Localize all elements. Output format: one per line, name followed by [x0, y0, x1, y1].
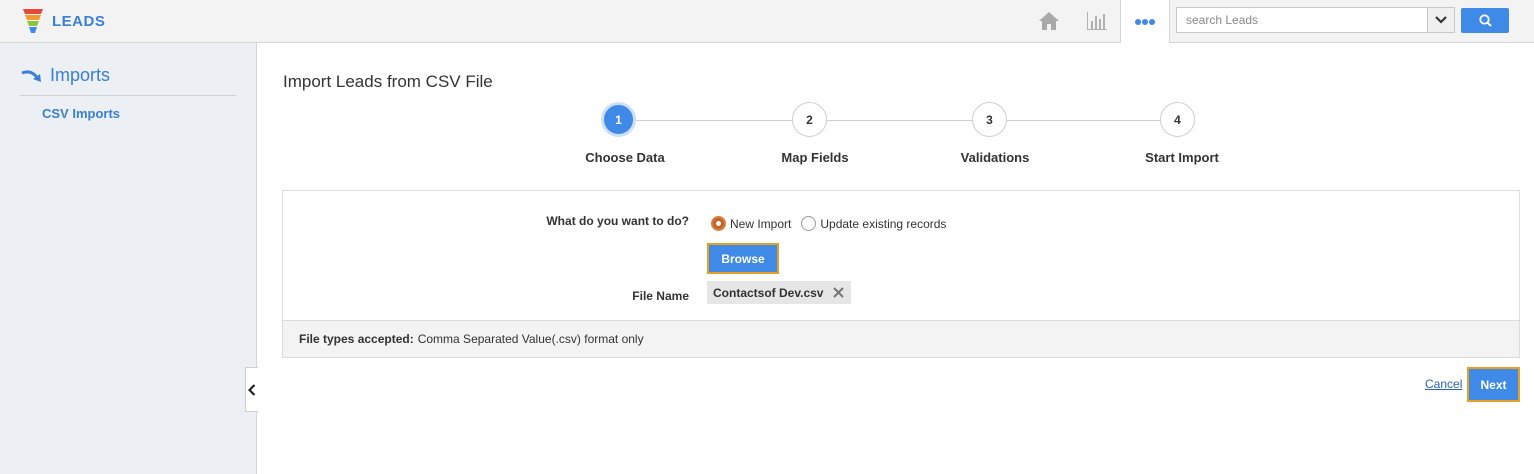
- home-button[interactable]: [1034, 0, 1064, 42]
- step-4-indicator: 4: [1160, 102, 1195, 137]
- new-import-label[interactable]: New Import: [730, 217, 791, 231]
- chevron-left-icon: [248, 383, 256, 396]
- new-import-radio[interactable]: [711, 216, 726, 231]
- app-name: LEADS: [52, 12, 106, 30]
- file-name-label: File Name: [632, 289, 689, 303]
- step-3-label: Validations: [960, 150, 1030, 165]
- search-input[interactable]: [1177, 8, 1427, 32]
- stepper-connector: [636, 120, 792, 121]
- file-types-heading: File types accepted:: [299, 332, 414, 346]
- chevron-down-icon: [1435, 16, 1447, 24]
- search-dropdown[interactable]: [1427, 8, 1454, 32]
- step-3-indicator: 3: [972, 102, 1007, 137]
- sidebar: Imports CSV Imports: [0, 43, 257, 474]
- step-2-label: Map Fields: [781, 150, 849, 165]
- sidebar-header: Imports: [20, 65, 236, 96]
- update-records-label[interactable]: Update existing records: [820, 217, 946, 231]
- sidebar-item-csv-imports[interactable]: CSV Imports: [42, 106, 120, 121]
- search-button[interactable]: [1461, 8, 1509, 33]
- next-button[interactable]: Next: [1467, 367, 1520, 402]
- bar-chart-icon: [1087, 12, 1107, 30]
- stepper-connector: [827, 120, 972, 121]
- import-action-options: New Import Update existing records: [711, 216, 956, 231]
- step-2-indicator: 2: [792, 102, 827, 137]
- step-1-label: Choose Data: [585, 150, 665, 165]
- more-button[interactable]: [1120, 0, 1170, 43]
- browse-button[interactable]: Browse: [707, 243, 779, 274]
- funnel-logo-icon: [23, 9, 43, 33]
- brand[interactable]: LEADS: [22, 8, 105, 34]
- selected-file-chip: Contactsof Dev.csv: [707, 281, 851, 304]
- file-name-value: Contactsof Dev.csv: [713, 285, 824, 300]
- top-bar: LEADS: [0, 0, 1534, 43]
- more-dots-icon: [1135, 18, 1155, 25]
- step-4-label: Start Import: [1145, 150, 1219, 165]
- search-icon: [1478, 14, 1492, 27]
- cancel-link[interactable]: Cancel: [1425, 377, 1462, 391]
- close-icon: [833, 287, 844, 298]
- sidebar-title: Imports: [50, 65, 111, 85]
- import-action-label: What do you want to do?: [546, 214, 689, 228]
- file-types-note: File types accepted: Comma Separated Val…: [283, 320, 1519, 357]
- file-types-text: Comma Separated Value(.csv) format only: [417, 332, 644, 346]
- remove-file-button[interactable]: [831, 285, 846, 300]
- page-title: Import Leads from CSV File: [283, 72, 493, 91]
- import-form: What do you want to do? New Import Updat…: [282, 190, 1520, 358]
- update-records-radio[interactable]: [801, 216, 817, 231]
- step-1-indicator: 1: [601, 102, 636, 137]
- curved-arrow-icon: [21, 70, 41, 82]
- sidebar-collapse-toggle[interactable]: [245, 367, 258, 412]
- reports-button[interactable]: [1082, 0, 1112, 42]
- home-icon: [1039, 12, 1059, 30]
- stepper-connector: [1007, 120, 1160, 121]
- search-box: [1176, 7, 1455, 33]
